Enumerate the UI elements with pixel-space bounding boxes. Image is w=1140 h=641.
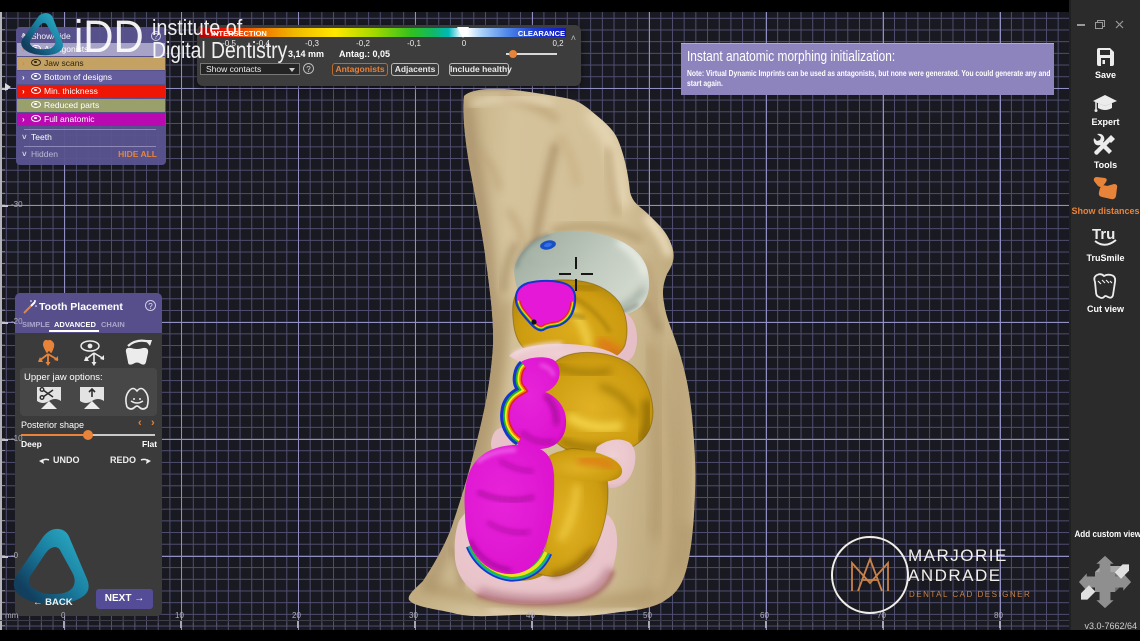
svg-text:DENTAL CAD DESIGNER: DENTAL CAD DESIGNER — [909, 590, 1031, 599]
svg-text:ANDRADE: ANDRADE — [908, 566, 1002, 585]
svg-text:MARJORIE: MARJORIE — [908, 546, 1008, 565]
